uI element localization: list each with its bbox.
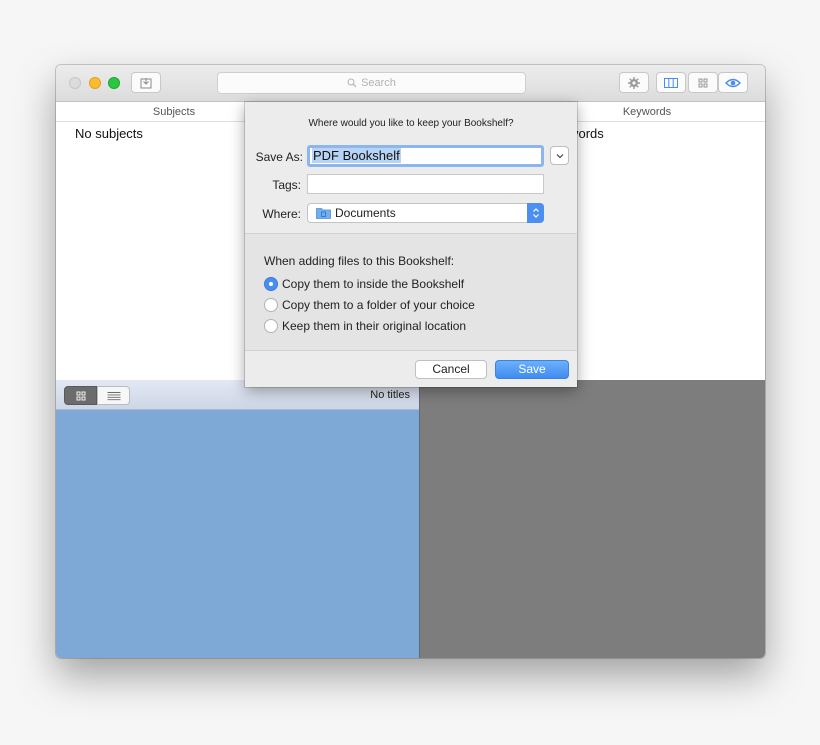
search-field[interactable]: Search xyxy=(217,72,526,94)
option-label: Copy them to a folder of your choice xyxy=(282,298,475,312)
option-label: Keep them in their original location xyxy=(282,319,467,333)
save-as-value: PDF Bookshelf xyxy=(312,148,401,163)
settings-button[interactable] xyxy=(619,72,649,93)
titles-empty-text: No titles xyxy=(370,389,410,401)
save-as-field[interactable]: PDF Bookshelf xyxy=(307,145,544,167)
titles-pane[interactable]: No titles xyxy=(56,380,419,658)
folder-icon xyxy=(316,208,331,219)
import-button[interactable] xyxy=(131,72,161,93)
options-heading: When adding files to this Bookshelf: xyxy=(264,254,455,268)
grid-view-button[interactable] xyxy=(688,72,718,93)
minimize-window-button[interactable] xyxy=(89,77,101,89)
save-as-label: Save As: xyxy=(255,150,303,164)
chevron-down-icon xyxy=(556,153,563,158)
search-icon xyxy=(347,78,357,88)
import-options-panel: When adding files to this Bookshelf: Cop… xyxy=(245,233,577,351)
save-bookshelf-sheet: Where would you like to keep your Booksh… xyxy=(245,102,577,387)
icon-view-toggle[interactable] xyxy=(64,386,97,405)
column-view-button[interactable] xyxy=(656,72,686,93)
import-icon xyxy=(140,77,152,88)
preview-toggle-button[interactable] xyxy=(718,72,748,93)
close-window-button[interactable] xyxy=(69,77,81,89)
where-popup-stepper[interactable] xyxy=(527,203,544,223)
up-down-chevron-icon xyxy=(532,208,539,218)
columns-icon xyxy=(664,77,678,88)
cancel-button[interactable]: Cancel xyxy=(415,360,487,379)
list-icon xyxy=(107,391,120,400)
tags-label: Tags: xyxy=(272,178,301,192)
eye-icon xyxy=(725,78,741,87)
expand-dialog-button[interactable] xyxy=(550,146,569,165)
radio-copy-inside[interactable] xyxy=(264,277,278,291)
title-bar: Search xyxy=(56,65,765,102)
grid-icon xyxy=(76,391,85,400)
sheet-prompt: Where would you like to keep your Booksh… xyxy=(308,118,514,129)
subjects-empty-text: No subjects xyxy=(75,126,143,141)
grid-icon xyxy=(698,78,708,87)
gear-icon xyxy=(628,76,640,89)
where-value: Documents xyxy=(335,206,396,220)
where-popup[interactable]: Documents xyxy=(307,203,544,223)
save-button[interactable]: Save xyxy=(495,360,569,379)
search-placeholder: Search xyxy=(361,77,396,89)
radio-copy-folder[interactable] xyxy=(264,298,278,312)
list-view-toggle[interactable] xyxy=(97,386,130,405)
tags-field[interactable] xyxy=(307,174,544,194)
radio-keep-original[interactable] xyxy=(264,319,278,333)
zoom-window-button[interactable] xyxy=(108,77,120,89)
where-label: Where: xyxy=(262,207,301,221)
option-label: Copy them to inside the Bookshelf xyxy=(282,277,465,291)
preview-pane xyxy=(420,380,765,658)
